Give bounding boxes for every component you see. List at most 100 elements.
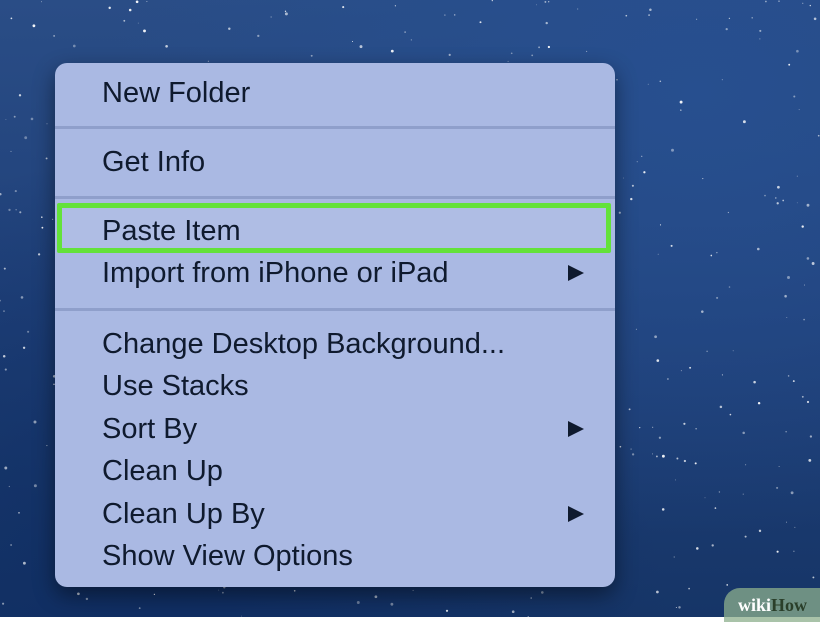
star [18, 512, 20, 514]
star [659, 80, 662, 83]
star [53, 35, 55, 37]
star [793, 550, 795, 552]
star [146, 1, 148, 3]
star [72, 44, 76, 48]
star [293, 589, 296, 592]
star [108, 6, 111, 10]
menu-item-use-stacks[interactable]: Use Stacks [55, 365, 615, 407]
star [390, 602, 394, 606]
menu-item-label: Use Stacks [102, 370, 249, 402]
star [809, 4, 811, 7]
star [649, 8, 652, 12]
star [765, 0, 767, 3]
star [4, 368, 7, 371]
menu-item-label: Get Info [102, 146, 206, 178]
menu-item-label: Show View Options [102, 540, 353, 572]
submenu-arrow-icon [568, 265, 584, 281]
star [643, 171, 646, 174]
star [701, 310, 704, 313]
menu-item-clean-up-by[interactable]: Clean Up By [55, 493, 615, 535]
star [138, 607, 141, 609]
star [544, 0, 547, 3]
star [714, 507, 717, 509]
star [13, 115, 16, 118]
menu-item-get-info[interactable]: Get Info [55, 141, 615, 183]
star [153, 593, 156, 596]
star [706, 350, 708, 353]
star [654, 335, 657, 339]
star [804, 284, 805, 286]
star [284, 10, 287, 12]
star [228, 27, 231, 30]
menu-item-label: Change Desktop Background... [102, 328, 506, 360]
star [675, 607, 677, 608]
menu-item-change-desktop-background[interactable]: Change Desktop Background... [55, 323, 615, 365]
menu-separator [55, 196, 615, 199]
star [2, 355, 6, 358]
star [8, 208, 11, 212]
menu-separator [55, 308, 615, 311]
star [801, 225, 804, 228]
watermark-part-1: wiki [738, 595, 772, 615]
star [776, 550, 779, 553]
star [284, 12, 288, 16]
menu-item-import-from-iphone[interactable]: Import from iPhone or iPad [55, 252, 615, 294]
star [742, 120, 746, 124]
menu-item-sort-by[interactable]: Sort By [55, 408, 615, 450]
star [806, 257, 810, 260]
star [628, 408, 631, 411]
star [51, 218, 54, 221]
star [659, 224, 662, 226]
menu-item-show-view-options[interactable]: Show View Options [55, 535, 615, 577]
star [8, 485, 10, 488]
star [652, 453, 654, 455]
star [10, 544, 13, 546]
star [782, 199, 785, 202]
star [710, 254, 713, 257]
star [728, 17, 731, 20]
star [676, 457, 679, 460]
star [673, 556, 675, 558]
star [123, 19, 126, 22]
star [647, 83, 649, 85]
star [448, 53, 451, 57]
star [536, 4, 538, 6]
star [806, 203, 810, 207]
star [2, 602, 5, 605]
star [784, 294, 787, 298]
star [696, 18, 698, 20]
star [793, 95, 796, 98]
star [726, 584, 729, 586]
star [257, 34, 260, 38]
star [412, 589, 414, 591]
star [671, 148, 674, 152]
star [785, 521, 788, 523]
star [801, 395, 804, 398]
star [688, 587, 690, 590]
star [445, 609, 449, 612]
star [758, 529, 762, 533]
star [806, 400, 810, 404]
star [165, 44, 168, 48]
star [404, 31, 406, 33]
star [30, 117, 34, 121]
star [14, 190, 17, 193]
star [670, 244, 673, 247]
star [656, 359, 660, 362]
star [479, 21, 482, 24]
star [10, 150, 12, 152]
star [757, 401, 761, 405]
star [716, 296, 719, 299]
menu-item-clean-up[interactable]: Clean Up [55, 450, 615, 492]
star [680, 109, 682, 111]
star [548, 1, 550, 3]
star [27, 330, 30, 333]
star [310, 54, 313, 57]
star [817, 134, 820, 137]
star [207, 60, 209, 62]
star [3, 310, 5, 312]
star [20, 296, 24, 299]
menu-item-new-folder[interactable]: New Folder [55, 72, 615, 114]
star [41, 226, 44, 229]
menu-item-paste-item[interactable]: Paste Item [55, 210, 615, 252]
